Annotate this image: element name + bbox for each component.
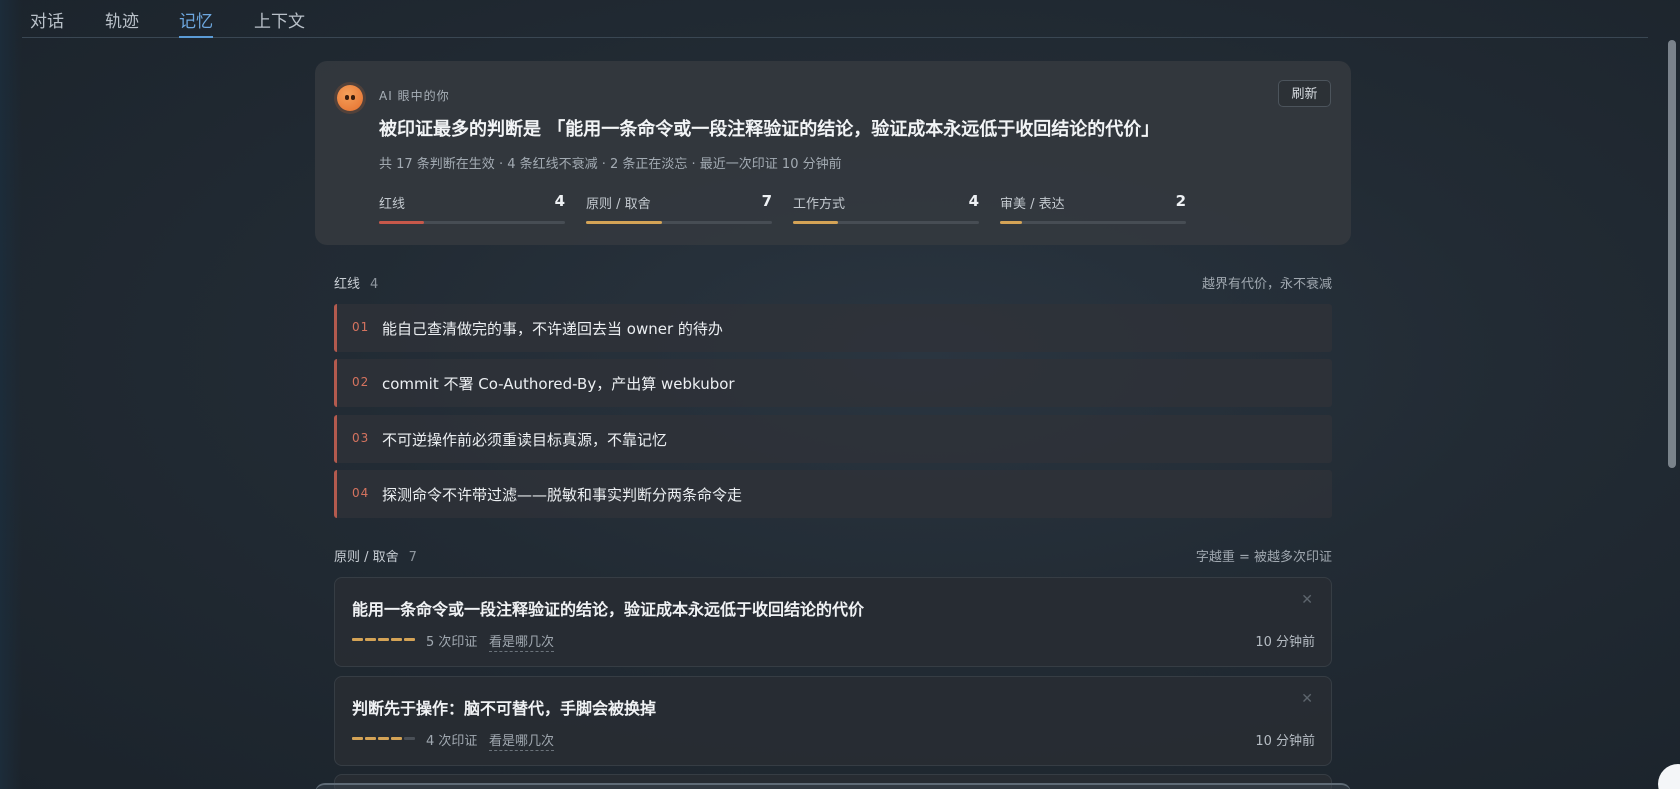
stat-redline: 红线 4 (379, 192, 565, 224)
stat-count: 2 (1175, 192, 1186, 210)
scrollbar-thumb[interactable] (1668, 40, 1676, 468)
redline-text: 能自己查清做完的事，不许递回去当 owner 的待办 (382, 320, 723, 338)
confirmation-meter (352, 638, 416, 642)
redline-text: 探测命令不许带过滤——脱敏和事实判断分两条命令走 (382, 486, 743, 504)
see-which-link[interactable]: 看是哪几次 (489, 730, 555, 751)
stat-aesthetics: 审美 / 表达 2 (1000, 192, 1186, 224)
confirmation-dash (352, 737, 363, 740)
redline-index: 03 (352, 431, 370, 445)
stat-count: 7 (761, 192, 772, 210)
section-note: 越界有代价，永不衰减 (1201, 277, 1332, 292)
confirmation-dash (365, 638, 376, 641)
principle-time: 10 分钟前 (1255, 635, 1315, 650)
stat-bar (1000, 221, 1186, 224)
section-count: 4 (370, 277, 379, 292)
redline-item[interactable]: 01 能自己查清做完的事，不许递回去当 owner 的待办 (334, 304, 1332, 352)
confirmation-count: 4 次印证 (426, 734, 478, 749)
section-title: 红线 (334, 277, 361, 292)
section-note: 字越重 = 被越多次印证 (1195, 550, 1332, 565)
stat-label: 工作方式 (793, 197, 846, 212)
bottom-panel-edge (315, 783, 1351, 789)
confirmation-dash (391, 737, 402, 740)
close-icon[interactable]: ✕ (1301, 691, 1313, 707)
redline-text: commit 不署 Co-Authored-By，产出算 webkubor (382, 375, 735, 393)
tab-conversation[interactable]: 对话 (30, 7, 64, 38)
principle-card[interactable]: 判断先于操作：脑不可替代，手脚会被换掉 ✕ 4 次印证 看是哪几次 10 分钟前 (334, 676, 1332, 766)
stat-principles: 原则 / 取舍 7 (586, 192, 772, 224)
redline-index: 01 (352, 320, 370, 334)
confirmation-dash (378, 737, 389, 740)
tab-context[interactable]: 上下文 (254, 7, 305, 38)
principle-time: 10 分钟前 (1255, 734, 1315, 749)
section-title: 原则 / 取舍 (334, 550, 399, 565)
stat-label: 红线 (379, 197, 406, 212)
redline-item[interactable]: 04 探测命令不许带过滤——脱敏和事实判断分两条命令走 (334, 470, 1332, 518)
ai-face-icon (337, 85, 363, 111)
redline-item[interactable]: 03 不可逆操作前必须重读目标真源，不靠记忆 (334, 415, 1332, 463)
principle-title: 判断先于操作：脑不可替代，手脚会被换掉 (352, 699, 657, 718)
see-which-link[interactable]: 看是哪几次 (489, 631, 555, 652)
refresh-button[interactable]: 刷新 (1278, 80, 1331, 107)
redlines-header: 红线 4 越界有代价，永不衰减 (334, 273, 1332, 293)
left-edge-glow (0, 0, 22, 789)
confirmation-dash (365, 737, 376, 740)
stat-bar (586, 221, 772, 224)
close-icon[interactable]: ✕ (1301, 592, 1313, 608)
floating-action-button[interactable] (1658, 764, 1680, 789)
confirmation-meter (352, 737, 416, 741)
summary-headline: 被印证最多的判断是 「能用一条命令或一段注释验证的结论，验证成本永远低于收回结论… (379, 119, 1160, 140)
redline-index: 04 (352, 486, 370, 500)
principles-header: 原则 / 取舍 7 字越重 = 被越多次印证 (334, 546, 1332, 566)
confirmation-dash (378, 638, 389, 641)
summary-subline: 共 17 条判断在生效 · 4 条红线不衰减 · 2 条正在淡忘 · 最近一次印… (379, 157, 842, 172)
stat-label: 原则 / 取舍 (586, 197, 651, 212)
tab-memory[interactable]: 记忆 (179, 7, 213, 38)
redline-index: 02 (352, 375, 370, 389)
stat-work-style: 工作方式 4 (793, 192, 979, 224)
confirmation-dash (404, 638, 415, 641)
summary-eyebrow: AI 眼中的你 (379, 89, 450, 103)
stat-count: 4 (968, 192, 979, 210)
stat-count: 4 (554, 192, 565, 210)
stat-bar (379, 221, 565, 224)
ai-summary-card: AI 眼中的你 刷新 被印证最多的判断是 「能用一条命令或一段注释验证的结论，验… (315, 61, 1351, 245)
redline-text: 不可逆操作前必须重读目标真源，不靠记忆 (382, 431, 668, 449)
principle-title: 能用一条命令或一段注释验证的结论，验证成本永远低于收回结论的代价 (352, 600, 865, 619)
confirmation-dash (391, 638, 402, 641)
confirmation-count: 5 次印证 (426, 635, 478, 650)
stat-label: 审美 / 表达 (1000, 197, 1065, 212)
tab-bar: 对话 轨迹 记忆 上下文 (22, 0, 1648, 38)
principle-card[interactable]: 能用一条命令或一段注释验证的结论，验证成本永远低于收回结论的代价 ✕ 5 次印证… (334, 577, 1332, 667)
stat-bar (793, 221, 979, 224)
redline-item[interactable]: 02 commit 不署 Co-Authored-By，产出算 webkubor (334, 359, 1332, 407)
section-count: 7 (408, 550, 417, 565)
tab-trajectory[interactable]: 轨迹 (105, 7, 139, 38)
confirmation-dash (404, 737, 415, 740)
confirmation-dash (352, 638, 363, 641)
